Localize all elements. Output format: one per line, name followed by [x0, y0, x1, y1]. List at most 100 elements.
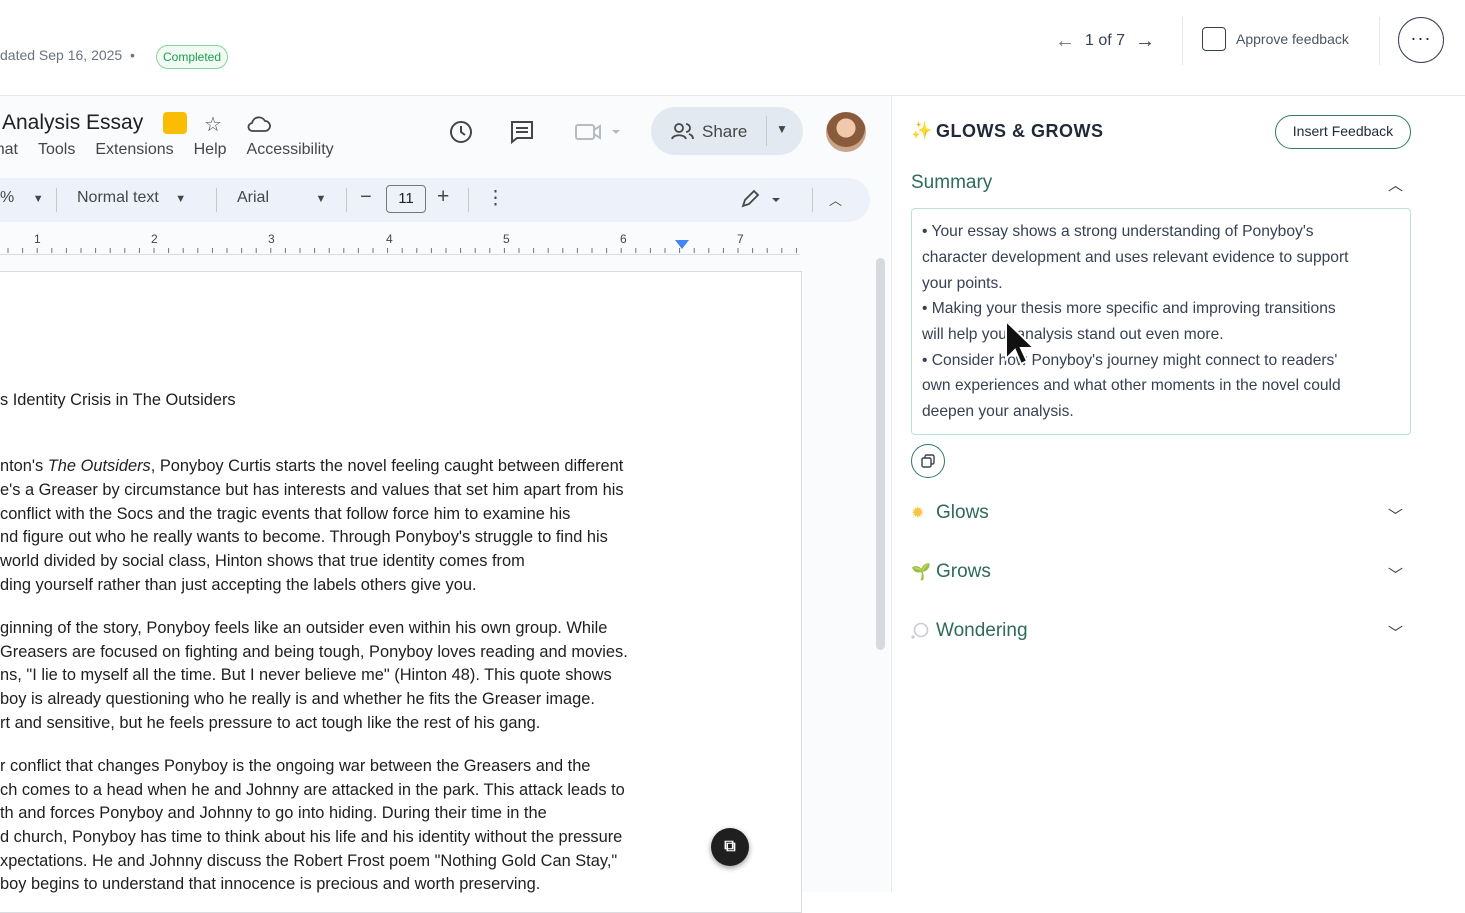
- essay-line: nd figure out who he really wants to bec…: [0, 528, 608, 546]
- divider: [1379, 17, 1380, 65]
- divider: [56, 188, 57, 212]
- mouse-cursor-icon: [1005, 320, 1032, 366]
- menu-format[interactable]: rmat: [0, 141, 18, 159]
- menu-tools[interactable]: Tools: [38, 141, 75, 159]
- divider: [812, 188, 813, 212]
- people-icon: [671, 123, 694, 140]
- divider: [216, 188, 217, 212]
- docs-menu-bar: rmat Tools Extensions Help Accessibility: [0, 141, 334, 159]
- chevron-down-icon[interactable]: ﹀: [1388, 622, 1403, 643]
- docs-toolbar: % ▼ Normal text ▼ Arial ▼ − + ⋮ ︿: [0, 178, 870, 222]
- insert-feedback-button[interactable]: Insert Feedback: [1275, 115, 1411, 149]
- meet-icon[interactable]: [574, 120, 624, 144]
- zoom-select[interactable]: % ▼: [0, 189, 44, 207]
- sun-icon: ✹: [911, 505, 925, 522]
- menu-extensions[interactable]: Extensions: [95, 141, 173, 159]
- essay-line: nton's The Outsiders, Ponyboy Curtis sta…: [0, 457, 624, 475]
- wondering-heading[interactable]: Wondering: [936, 620, 1028, 642]
- summary-line: deepen your analysis.: [922, 403, 1074, 420]
- comment-icon[interactable]: [508, 118, 536, 146]
- summary-line: • Consider how Ponyboy's journey might c…: [922, 352, 1338, 369]
- essay-line: ding yourself rather than just accepting…: [0, 576, 477, 594]
- summary-line: own experiences and what other moments i…: [922, 377, 1341, 394]
- divider: [468, 188, 469, 212]
- history-icon[interactable]: [447, 118, 475, 146]
- essay-line: xpectations. He and Johnny discuss the R…: [0, 852, 618, 870]
- drive-badge-icon: [163, 112, 187, 134]
- more-tools-icon[interactable]: ⋮: [486, 187, 505, 210]
- divider: [1182, 17, 1183, 65]
- pager: ← 1 of 7 →: [1055, 28, 1155, 54]
- essay-line: rt and sensitive, but he feels pressure …: [0, 714, 541, 732]
- ruler-number: 7: [737, 232, 744, 246]
- summary-line: • Making your thesis more specific and i…: [922, 300, 1336, 317]
- essay-line: d church, Ponyboy has time to think abou…: [0, 828, 623, 846]
- font-size-input[interactable]: 11: [386, 185, 426, 213]
- sprout-icon: 🌱: [911, 564, 931, 581]
- panel-title: GLOWS & GROWS: [936, 121, 1104, 141]
- avatar[interactable]: [826, 112, 866, 152]
- essay-title: s Identity Crisis in The Outsiders: [0, 391, 236, 409]
- glows-heading[interactable]: Glows: [936, 502, 989, 524]
- divider: [346, 188, 347, 212]
- next-arrow-icon[interactable]: →: [1135, 30, 1155, 53]
- edit-mode-icon[interactable]: [740, 190, 784, 210]
- increase-font-button[interactable]: +: [437, 185, 449, 209]
- summary-line: character development and uses relevant …: [922, 249, 1349, 266]
- collapse-toolbar-icon[interactable]: ︿: [829, 190, 842, 209]
- extension-fab-button[interactable]: ⧉: [711, 828, 749, 866]
- ruler-number: 4: [386, 232, 393, 246]
- grows-heading[interactable]: Grows: [936, 561, 991, 583]
- essay-line: ginning of the story, Ponyboy feels like…: [0, 619, 608, 637]
- copy-button[interactable]: [911, 444, 945, 478]
- ruler-number: 6: [620, 232, 627, 246]
- thought-bubble-icon: [911, 622, 929, 639]
- star-icon[interactable]: ☆: [204, 112, 222, 137]
- more-options-button[interactable]: ···: [1398, 17, 1444, 63]
- ruler-number: 5: [503, 232, 510, 246]
- approve-checkbox[interactable]: [1202, 27, 1226, 51]
- status-badge: Completed: [156, 45, 229, 69]
- menu-help[interactable]: Help: [194, 141, 227, 159]
- essay-line: world divided by social class, Hinton sh…: [0, 552, 525, 570]
- chevron-down-icon[interactable]: ﹀: [1388, 505, 1403, 526]
- summary-line: • Your essay shows a strong understandin…: [922, 223, 1314, 240]
- copy-icon: [921, 454, 935, 468]
- essay-line: e's a Greaser by circumstance but has in…: [0, 481, 624, 499]
- menu-accessibility[interactable]: Accessibility: [247, 141, 334, 159]
- essay-line: conflict with the Socs and the tragic ev…: [0, 505, 571, 523]
- summary-box: [911, 208, 1411, 435]
- essay-line: Greasers are focused on fighting and bei…: [0, 643, 628, 661]
- summary-heading[interactable]: Summary: [911, 172, 992, 194]
- share-label: Share: [702, 122, 748, 141]
- ruler-number: 1: [34, 232, 41, 246]
- divider: [766, 116, 767, 146]
- ruler-number: 2: [151, 232, 158, 246]
- chevron-up-icon[interactable]: ︿: [1388, 174, 1403, 195]
- sparkle-icon: ✨: [911, 121, 933, 140]
- share-dropdown-icon[interactable]: ▼: [776, 122, 788, 136]
- essay-line: th and forces Ponyboy and Johnny to go i…: [0, 804, 547, 822]
- summary-line: your points.: [922, 275, 1003, 292]
- summary-line: will help your analysis stand out even m…: [922, 326, 1224, 343]
- essay-line: ch comes to a head when he and Johnny ar…: [0, 781, 625, 799]
- essay-line: ns, "I lie to myself all the time. But I…: [0, 666, 612, 684]
- essay-line: boy begins to understand that innocence …: [0, 875, 541, 893]
- pager-text: 1 of 7: [1085, 32, 1126, 49]
- font-select[interactable]: Arial ▼: [237, 189, 326, 207]
- approve-label: Approve feedback: [1236, 31, 1349, 47]
- ruler[interactable]: 1 2 3 4 5 6 7: [0, 232, 800, 255]
- chevron-down-icon[interactable]: ﹀: [1388, 564, 1403, 585]
- approve-feedback-toggle[interactable]: Approve feedback: [1202, 27, 1349, 51]
- indent-marker-icon[interactable]: [675, 240, 689, 250]
- essay-line: boy is already questioning who he really…: [0, 690, 595, 708]
- essay-line: r conflict that changes Ponyboy is the o…: [0, 757, 591, 775]
- prev-arrow-icon[interactable]: ←: [1055, 30, 1075, 53]
- ruler-number: 3: [268, 232, 275, 246]
- document-title[interactable]: Analysis Essay: [2, 111, 143, 135]
- scrollbar[interactable]: [876, 258, 885, 650]
- decrease-font-button[interactable]: −: [360, 186, 372, 209]
- updated-date: dated Sep 16, 2025 •: [0, 47, 135, 63]
- style-select[interactable]: Normal text ▼: [77, 189, 186, 207]
- cloud-icon[interactable]: [246, 115, 272, 133]
